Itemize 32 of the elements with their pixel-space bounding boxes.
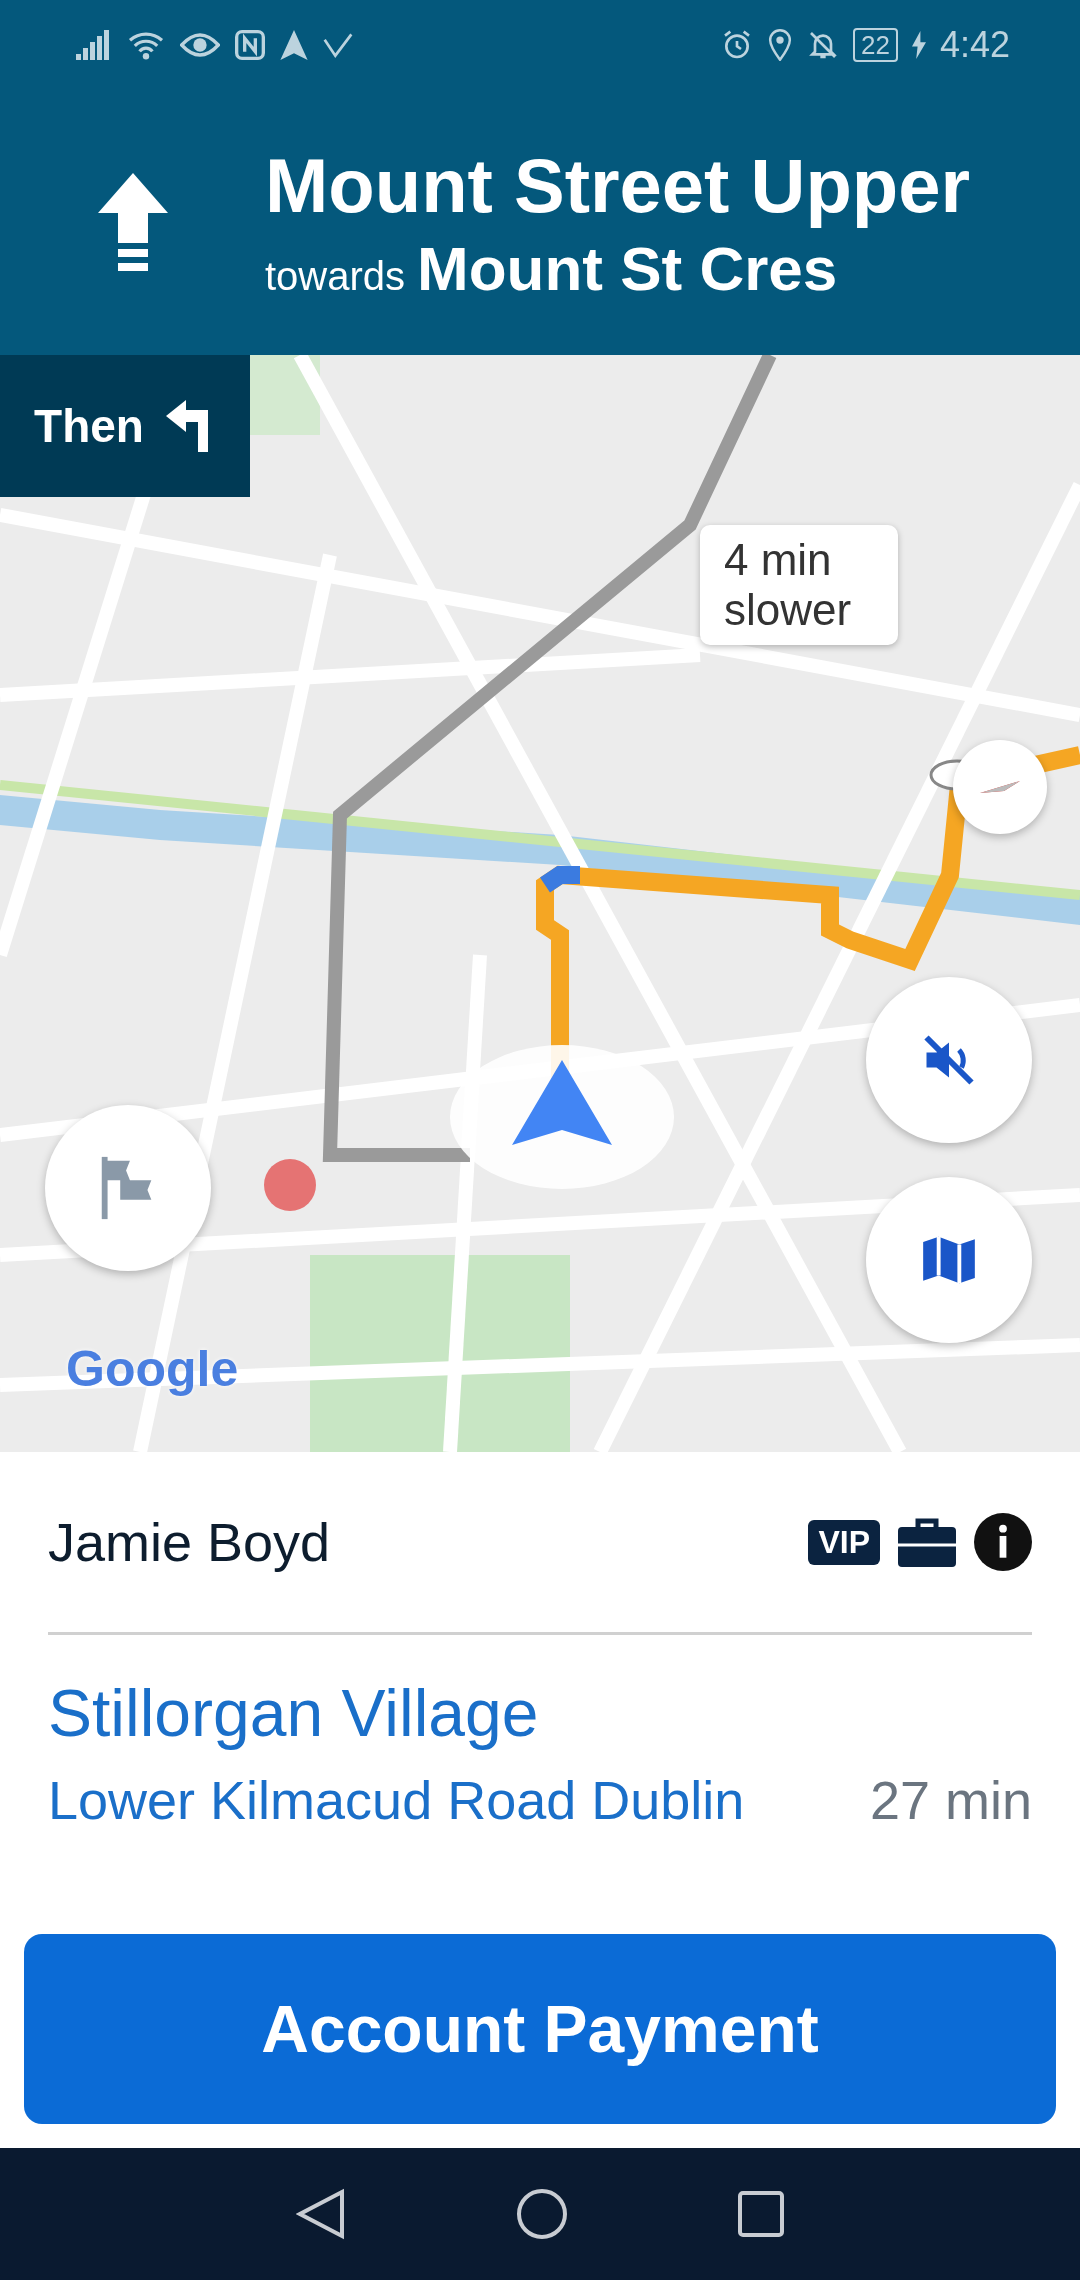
passenger-name: Jamie Boyd [48, 1511, 331, 1573]
battery-level: 22 [853, 28, 898, 62]
check-icon [322, 31, 354, 59]
towards-street: Mount St Cres [417, 232, 838, 304]
alarm-icon [721, 29, 753, 61]
navigation-arrow-icon [280, 30, 308, 60]
towards-label: towards [265, 253, 406, 299]
back-icon[interactable] [296, 2188, 346, 2240]
traffic-delay-callout: 4 min slower [700, 525, 898, 645]
clock-time: 4:42 [939, 24, 1010, 66]
nfc-icon [234, 29, 266, 61]
destination-name: Stillorgan Village [48, 1675, 540, 1751]
signal-icon [76, 30, 112, 60]
location-pin-icon [767, 29, 793, 61]
info-icon[interactable] [974, 1513, 1032, 1571]
destination-address: Lower Kilmacud Road Dublin [48, 1769, 745, 1831]
eta-text: 27 min [869, 1769, 1032, 1831]
street-name: Mount Street Upper [265, 141, 971, 229]
vip-badge: VIP [808, 1519, 880, 1565]
map-view[interactable]: Then 4 min slower Google [0, 355, 1080, 1452]
account-payment-button[interactable]: Account Payment [24, 1934, 1056, 2124]
home-icon[interactable] [516, 2188, 568, 2240]
recents-icon[interactable] [738, 2191, 784, 2237]
charging-icon [911, 31, 926, 59]
flag-button[interactable] [45, 1105, 211, 1271]
straight-arrow-icon [97, 172, 168, 273]
route-segment [540, 866, 580, 893]
briefcase-icon [898, 1517, 956, 1567]
eye-icon [180, 30, 220, 60]
map-logo: Google [66, 1340, 239, 1398]
next-turn-label: Then [34, 399, 144, 453]
bell-off-icon [807, 29, 839, 61]
